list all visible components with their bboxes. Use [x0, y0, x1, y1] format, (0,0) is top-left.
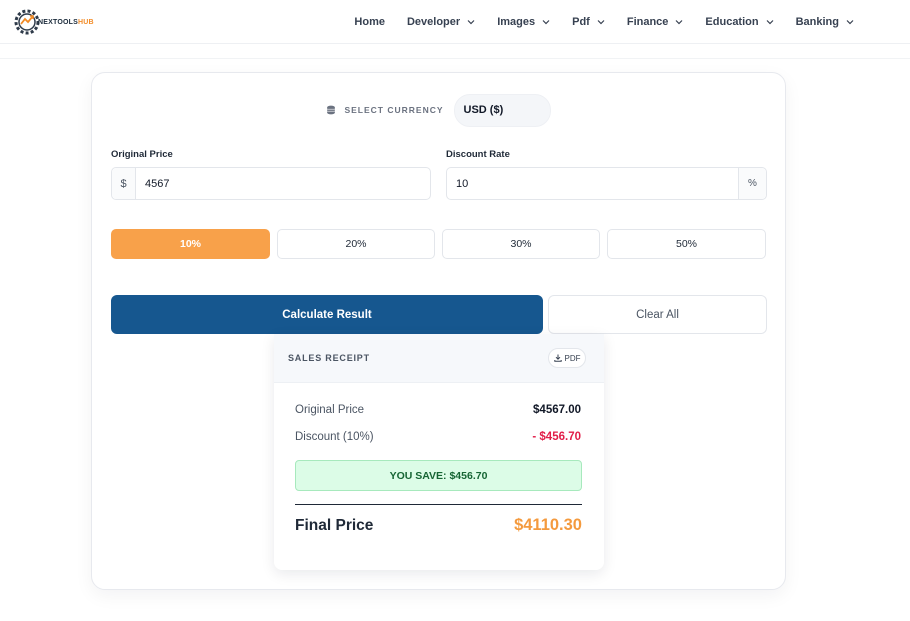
receipt-header: SALES RECEIPT PDF [274, 334, 604, 383]
download-icon [553, 354, 562, 362]
chevron-down-icon [597, 20, 605, 25]
nav-item-banking[interactable]: Banking [796, 16, 854, 28]
receipt-original-value: $4567.00 [533, 404, 581, 416]
final-price-label: Final Price [295, 517, 374, 534]
download-pdf-button[interactable]: PDF [548, 348, 586, 368]
nav-item-label: Developer [406, 16, 461, 28]
site-header: NEXTOOLSHUB Home Developer Images Pdf Financ… [0, 0, 910, 44]
clear-all-button[interactable]: Clear All [548, 295, 767, 334]
nav-item-label: Pdf [572, 16, 590, 28]
chevron-down-icon [766, 20, 774, 25]
currency-select[interactable]: USD ($) [453, 93, 551, 127]
original-price-input[interactable]: 4567 [136, 178, 430, 190]
nav-item-label: Banking [795, 16, 839, 28]
receipt-divider [295, 504, 582, 505]
original-price-label: Original Price [111, 149, 173, 160]
chevron-down-icon [846, 20, 854, 25]
currency-prefix: $ [112, 168, 136, 199]
receipt-discount-label: Discount (10%) [295, 431, 374, 443]
site-logo[interactable]: NEXTOOLSHUB [12, 5, 94, 39]
receipt-discount-value: - $456.70 [532, 431, 581, 443]
header-separator [0, 58, 910, 59]
main-nav: Home Developer Images Pdf Finance Education Ba… [332, 0, 854, 44]
chevron-down-icon [542, 20, 550, 25]
nav-item-finance[interactable]: Finance [627, 16, 684, 28]
calculate-button[interactable]: Calculate Result [111, 295, 543, 334]
receipt-title: SALES RECEIPT [288, 353, 370, 363]
coins-icon [327, 105, 336, 115]
nav-item-developer[interactable]: Developer [407, 16, 475, 28]
currency-selector-row: SELECT CURRENCY USD ($) [92, 93, 785, 127]
discount-rate-label: Discount Rate [446, 149, 510, 160]
nav-item-education[interactable]: Education [705, 16, 774, 28]
discount-calculator-card: SELECT CURRENCY USD ($) Original Price $… [91, 72, 786, 590]
receipt-original-label: Original Price [295, 404, 365, 416]
currency-label: SELECT CURRENCY [326, 105, 443, 115]
nav-item-home[interactable]: Home [354, 16, 385, 28]
chevron-down-icon [467, 20, 475, 25]
currency-label-text: SELECT CURRENCY [344, 105, 444, 115]
nav-item-label: Finance [626, 16, 669, 28]
original-price-field[interactable]: $ 4567 [111, 167, 431, 200]
preset-button-30[interactable]: 30% [442, 229, 600, 259]
discount-rate-field[interactable]: 10 % [446, 167, 767, 200]
receipt-row-discount: Discount (10%) - $456.70 [295, 431, 581, 443]
savings-badge: YOU SAVE: $456.70 [295, 460, 582, 491]
nav-item-label: Images [497, 16, 536, 28]
nav-item-label: Education [705, 16, 759, 28]
percent-suffix: % [738, 168, 766, 199]
nav-item-pdf[interactable]: Pdf [572, 16, 605, 28]
site-logo-text: NEXTOOLSHUB [38, 18, 94, 26]
nav-item-label: Home [354, 16, 385, 28]
final-price-value: $4110.30 [514, 516, 582, 534]
pdf-button-label: PDF [564, 353, 581, 363]
receipt-row-original: Original Price $4567.00 [295, 404, 581, 416]
preset-button-50[interactable]: 50% [607, 229, 766, 259]
discount-rate-input[interactable]: 10 [447, 178, 738, 190]
sales-receipt: SALES RECEIPT PDF Original Price $4567.0… [274, 334, 604, 570]
preset-button-10[interactable]: 10% [111, 229, 270, 259]
nav-item-images[interactable]: Images [497, 16, 550, 28]
chevron-down-icon [675, 20, 683, 25]
preset-button-20[interactable]: 20% [277, 229, 435, 259]
